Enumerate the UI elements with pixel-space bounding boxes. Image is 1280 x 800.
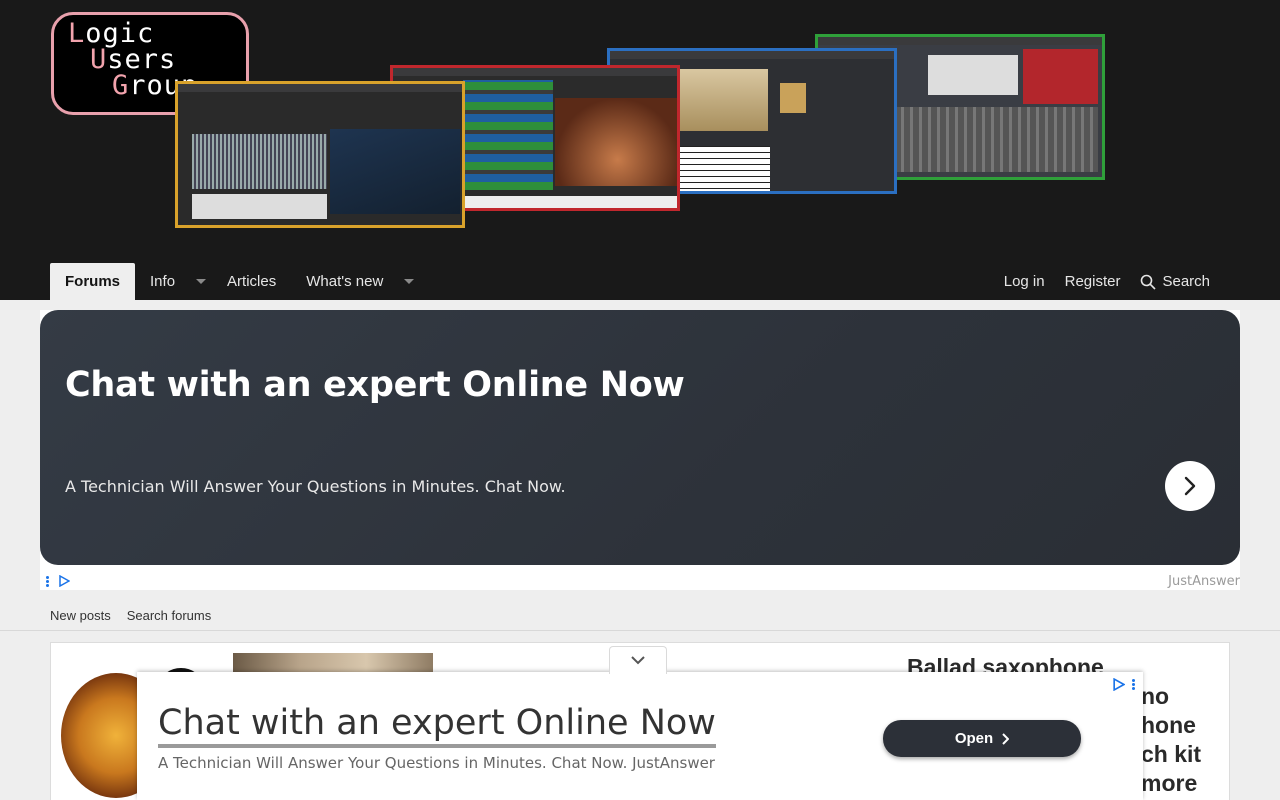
register-link[interactable]: Register bbox=[1055, 273, 1131, 290]
nav-tab-articles-label: Articles bbox=[227, 273, 277, 290]
login-link[interactable]: Log in bbox=[994, 273, 1055, 290]
ad-next-button[interactable] bbox=[1165, 461, 1215, 511]
adchoices-icon[interactable] bbox=[1112, 678, 1125, 691]
nav-whats-new-menu-toggle[interactable] bbox=[398, 263, 420, 300]
top-ad-unit: Chat with an expert Online Now A Technic… bbox=[40, 310, 1240, 590]
user-nav: Log in Register Search bbox=[994, 263, 1220, 300]
nav-tab-whats-new[interactable]: What's new bbox=[291, 263, 398, 300]
open-button-label: Open bbox=[954, 730, 994, 747]
nav-tab-forums[interactable]: Forums bbox=[50, 263, 136, 300]
ad-brand[interactable]: JustAnswer bbox=[1168, 574, 1240, 589]
search-forums-link[interactable]: Search forums bbox=[127, 608, 212, 623]
nav-tab-whats-new-label: What's new bbox=[306, 273, 384, 290]
chevron-right-icon bbox=[1002, 732, 1010, 745]
header-banner-image bbox=[175, 33, 1110, 229]
nav-info-menu-toggle[interactable] bbox=[190, 263, 212, 300]
forum-subnav: New posts Search forums bbox=[0, 600, 1280, 631]
ad-options-icon[interactable] bbox=[46, 576, 50, 588]
ad-card[interactable]: Chat with an expert Online Now A Technic… bbox=[40, 310, 1240, 565]
nav-tab-info-label: Info bbox=[150, 273, 176, 290]
chevron-down-icon bbox=[631, 656, 645, 665]
nav-tab-forums-label: Forums bbox=[65, 273, 121, 290]
ad-title[interactable]: Chat with an expert Online Now bbox=[65, 365, 685, 405]
main-nav: Forums Info Articles What's new bbox=[50, 263, 420, 300]
chevron-right-icon bbox=[1184, 476, 1196, 496]
overlay-ad-title[interactable]: Chat with an expert Online Now bbox=[158, 702, 716, 748]
chevron-down-icon bbox=[404, 279, 415, 284]
chevron-down-icon bbox=[196, 279, 207, 284]
banner-screenshot-4 bbox=[175, 81, 465, 228]
ad-subtitle: A Technician Will Answer Your Questions … bbox=[65, 477, 566, 496]
ad-options-icon[interactable] bbox=[1132, 679, 1136, 691]
overlay-ad-open-button[interactable]: Open bbox=[883, 720, 1081, 757]
bottom-overlay-ad[interactable]: Chat with an expert Online Now A Technic… bbox=[137, 672, 1143, 800]
ad-footer: JustAnswer bbox=[40, 572, 1240, 590]
nav-tab-articles[interactable]: Articles bbox=[212, 263, 291, 300]
search-icon bbox=[1141, 274, 1157, 290]
new-posts-link[interactable]: New posts bbox=[50, 608, 111, 623]
search-button[interactable]: Search bbox=[1130, 273, 1220, 290]
site-header: Logic Users Group Forums Info Articles W… bbox=[0, 0, 1280, 300]
overlay-ad-subtitle: A Technician Will Answer Your Questions … bbox=[158, 754, 715, 772]
nav-tab-info[interactable]: Info bbox=[135, 263, 190, 300]
search-label: Search bbox=[1162, 273, 1210, 290]
adchoices-icon[interactable] bbox=[58, 575, 70, 587]
overlay-ad-collapse-button[interactable] bbox=[609, 646, 667, 674]
